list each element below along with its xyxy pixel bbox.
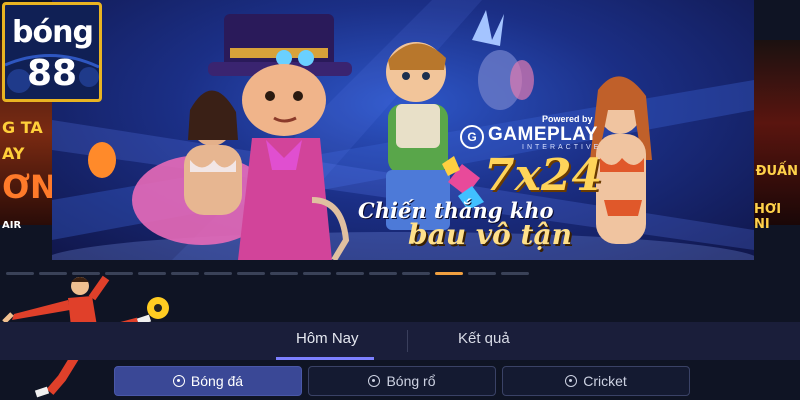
sport-basketball-button[interactable]: Bóng rổ bbox=[308, 366, 496, 396]
carousel-dot[interactable] bbox=[270, 272, 298, 275]
soccer-ball-icon bbox=[172, 375, 185, 387]
sport-football-button[interactable]: Bóng đá bbox=[114, 366, 302, 396]
peek-left-text-2: AY bbox=[2, 144, 25, 163]
sport-cricket-button[interactable]: Cricket bbox=[502, 366, 690, 396]
cricket-ball-icon bbox=[565, 375, 578, 387]
carousel-dot[interactable] bbox=[237, 272, 265, 275]
carousel-dot[interactable] bbox=[303, 272, 331, 275]
tab-results[interactable]: Kết quả bbox=[458, 330, 510, 347]
tab-today[interactable]: Hôm Nay bbox=[296, 330, 359, 347]
promo-banner[interactable]: Powered by G GAMEPLAY INTERACTIVE 7x24 C… bbox=[52, 0, 754, 260]
promo-slogan-line2: bau vô tận bbox=[408, 218, 572, 251]
carousel-dot[interactable] bbox=[501, 272, 529, 275]
carousel-dot[interactable] bbox=[336, 272, 364, 275]
sport-cricket-label: Cricket bbox=[583, 373, 627, 389]
sport-basketball-label: Bóng rổ bbox=[386, 373, 436, 389]
peek-left-text-1: G TA bbox=[2, 118, 43, 137]
basketball-icon bbox=[368, 375, 381, 387]
carousel-dot[interactable] bbox=[204, 272, 232, 275]
promo-headline: 7x24 bbox=[484, 150, 603, 201]
gameplay-logo-icon: G bbox=[460, 125, 484, 149]
tab-bar: Hôm Nay Kết quả bbox=[0, 322, 800, 360]
powered-by-label: Powered by bbox=[542, 114, 593, 124]
carousel-dot[interactable] bbox=[468, 272, 496, 275]
peek-right-text-2: HƠI NI bbox=[754, 202, 782, 232]
active-tab-indicator bbox=[276, 357, 374, 360]
logo-text-line2: 88 bbox=[27, 53, 78, 94]
sport-football-label: Bóng đá bbox=[190, 373, 244, 389]
tab-divider bbox=[407, 330, 408, 352]
carousel-dot[interactable] bbox=[402, 272, 430, 275]
logo-text-line1: bóng bbox=[12, 15, 94, 50]
peek-left-text-4: AIR bbox=[2, 220, 22, 231]
page: G TA AY ƠN AIR ĐUẤN HƠI NI Powered by G … bbox=[0, 0, 800, 400]
peek-right-text-1: ĐUẤN bbox=[755, 164, 798, 179]
site-logo[interactable]: bóng 88 bbox=[2, 2, 102, 102]
carousel-dot[interactable] bbox=[369, 272, 397, 275]
next-banner-peek[interactable]: ĐUẤN HƠI NI bbox=[754, 40, 800, 232]
peek-left-text-3: ƠN bbox=[2, 168, 57, 206]
carousel-dot[interactable] bbox=[435, 272, 463, 275]
provider-name: GAMEPLAY bbox=[488, 124, 598, 145]
